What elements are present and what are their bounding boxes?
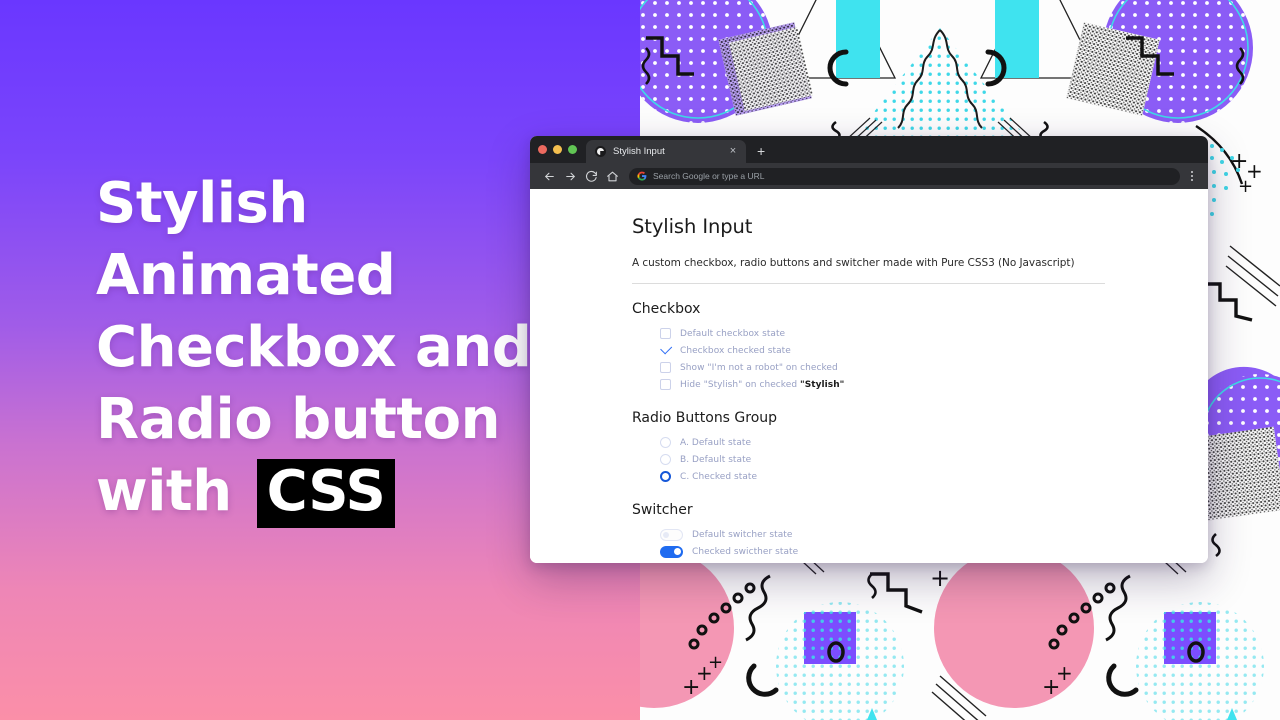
browser-menu-icon[interactable]	[1183, 165, 1201, 187]
checkbox-option-list: Default checkbox state Checkbox checked …	[632, 325, 1208, 393]
checkbox-row-checked[interactable]: Checkbox checked state	[632, 342, 1208, 359]
section-heading-switcher: Switcher	[632, 502, 693, 518]
browser-window: Stylish Input × + Search Google or type …	[530, 136, 1208, 563]
close-tab-icon[interactable]: ×	[727, 146, 739, 157]
radio-checked-icon[interactable]	[660, 471, 671, 482]
switcher-row-default[interactable]: Default switcher state	[632, 526, 1208, 543]
checkbox-row-hide-stylish[interactable]: Hide "Stylish" on checked "Stylish"	[632, 376, 1208, 393]
switcher-label-checked: Checked swicther state	[692, 546, 799, 557]
checkbox-row-robot[interactable]: Show "I'm not a robot" on checked	[632, 359, 1208, 376]
checkbox-label-checked: Checkbox checked state	[680, 345, 791, 356]
google-g-icon	[637, 171, 647, 181]
forward-icon[interactable]	[560, 166, 581, 187]
switch-on-icon[interactable]	[660, 545, 683, 558]
close-window-icon[interactable]	[538, 145, 547, 154]
new-tab-button[interactable]: +	[757, 144, 765, 158]
poster-canvas: + + + + + + + + + Stylish Animated Check…	[0, 0, 1280, 720]
checkbox-label-hide-stylish-text: Hide "Stylish" on checked	[680, 379, 800, 390]
radio-option-list: A. Default state B. Default state C. Che…	[632, 434, 1208, 485]
radio-unchecked-icon[interactable]	[660, 437, 671, 448]
browser-toolbar: Search Google or type a URL	[530, 163, 1208, 189]
checkbox-row-default[interactable]: Default checkbox state	[632, 325, 1208, 342]
svg-text:+: +	[1056, 661, 1073, 685]
radio-unchecked-icon[interactable]	[660, 454, 671, 465]
checkbox-label-robot: Show "I'm not a robot" on checked	[680, 362, 838, 373]
radio-row-c[interactable]: C. Checked state	[632, 468, 1208, 485]
switcher-label-default: Default switcher state	[692, 529, 793, 540]
tab-favicon-icon	[595, 146, 606, 157]
address-bar-placeholder: Search Google or type a URL	[653, 171, 765, 181]
address-bar[interactable]: Search Google or type a URL	[629, 167, 1180, 185]
page-viewport: Stylish Input A custom checkbox, radio b…	[530, 189, 1208, 563]
page-title: Stylish Input	[632, 215, 753, 238]
radio-row-b[interactable]: B. Default state	[632, 451, 1208, 468]
content-divider	[632, 283, 1105, 284]
home-icon[interactable]	[602, 166, 623, 187]
checkbox-unchecked-icon[interactable]	[660, 379, 671, 390]
headline-boxed-css: CSS	[256, 459, 396, 528]
checkbox-label-default: Default checkbox state	[680, 328, 786, 339]
reload-icon[interactable]	[581, 166, 602, 187]
checkbox-unchecked-icon[interactable]	[660, 362, 671, 373]
switch-off-icon[interactable]	[660, 528, 683, 541]
window-traffic-lights	[538, 136, 586, 163]
browser-tab-bar: Stylish Input × +	[530, 136, 1208, 163]
headline-line-5-text: with	[96, 459, 251, 524]
checkbox-unchecked-icon[interactable]	[660, 328, 671, 339]
checkbox-label-hide-stylish: Hide "Stylish" on checked "Stylish"	[680, 380, 844, 390]
svg-text:+: +	[1238, 176, 1253, 197]
section-heading-checkbox: Checkbox	[632, 301, 701, 317]
browser-tab[interactable]: Stylish Input ×	[586, 140, 746, 163]
svg-text:+: +	[708, 652, 723, 673]
radio-label-a: A. Default state	[680, 437, 752, 448]
back-icon[interactable]	[539, 166, 560, 187]
section-heading-radio: Radio Buttons Group	[632, 410, 778, 426]
maximize-window-icon[interactable]	[568, 145, 577, 154]
switcher-option-list: Default switcher state Checked swicther …	[632, 526, 1208, 560]
radio-label-c: C. Checked state	[680, 471, 758, 482]
page-subtitle: A custom checkbox, radio buttons and swi…	[632, 257, 1075, 269]
radio-row-a[interactable]: A. Default state	[632, 434, 1208, 451]
minimize-window-icon[interactable]	[553, 145, 562, 154]
tab-title: Stylish Input	[613, 146, 665, 157]
checkbox-checked-icon[interactable]	[660, 345, 671, 356]
switcher-row-checked[interactable]: Checked swicther state	[632, 543, 1208, 560]
checkbox-label-hide-stylish-strong: "Stylish"	[800, 379, 845, 390]
radio-label-b: B. Default state	[680, 454, 752, 465]
